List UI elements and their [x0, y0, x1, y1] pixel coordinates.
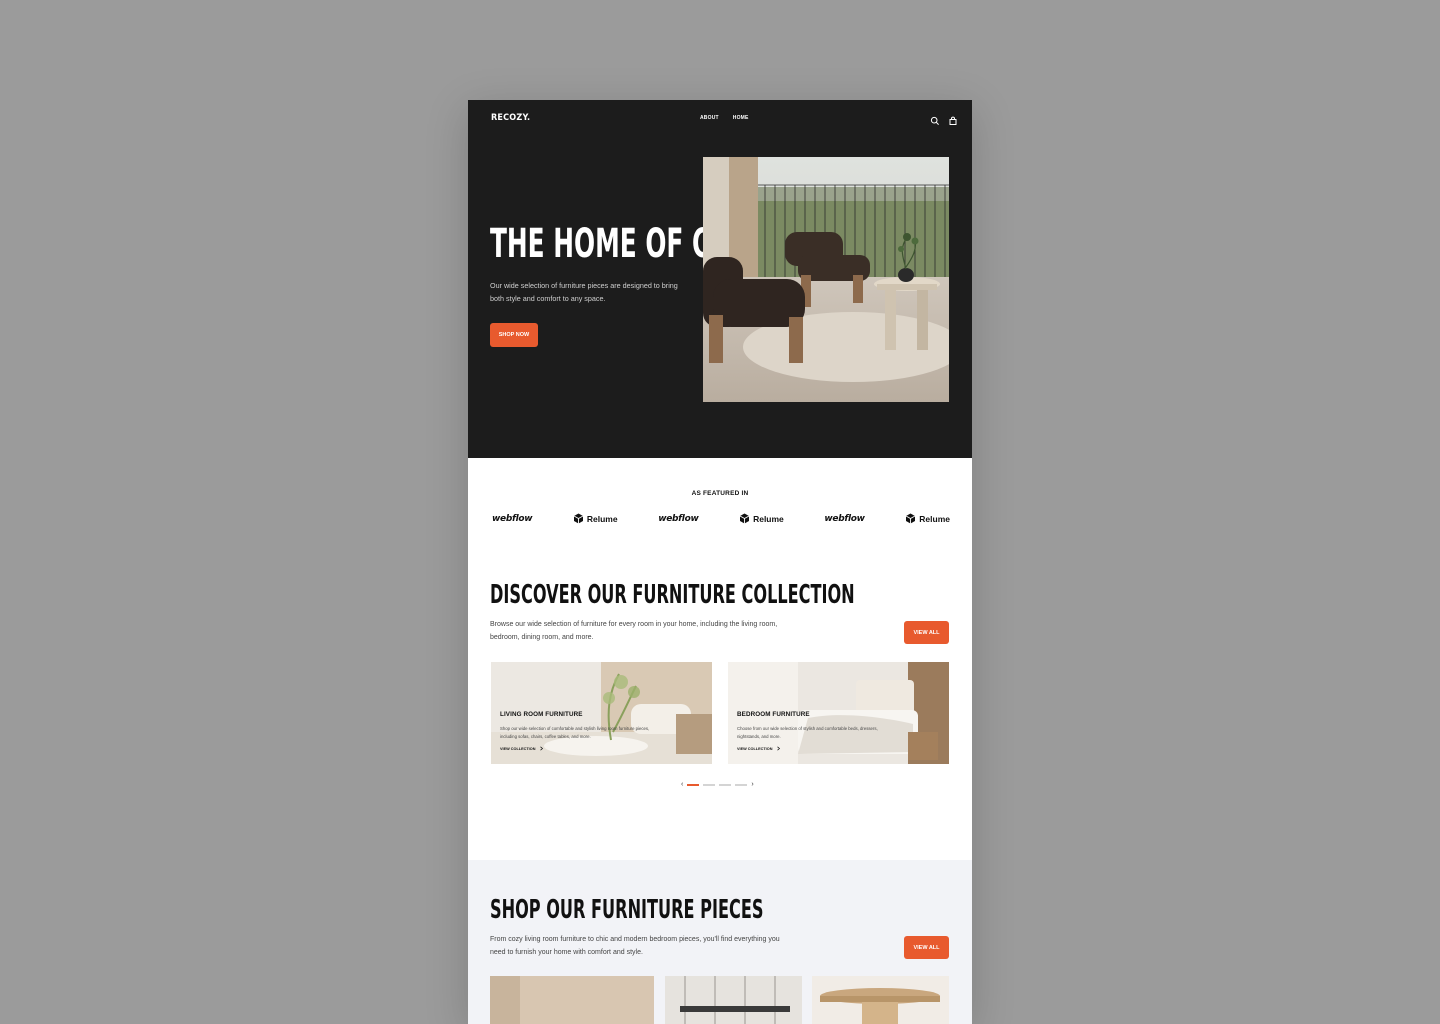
relume-cube-icon [739, 513, 750, 524]
shop-title: SHOP OUR FURNITURE PIECES [490, 895, 764, 925]
pager-dot[interactable] [703, 784, 716, 786]
card-description: Choose from our wide selection of stylis… [737, 726, 878, 739]
featured-label: AS FEATURED IN [691, 490, 749, 497]
shop-description: From cozy living room furniture to chic … [490, 936, 780, 956]
product-image [812, 976, 949, 1024]
pager-dot[interactable] [719, 784, 732, 786]
card-description: Shop our wide selection of comfortable a… [500, 726, 650, 739]
product-card[interactable] [665, 976, 802, 1024]
nav-links: ABOUT HOME [700, 115, 749, 121]
carousel-pager: ‹ › [681, 781, 754, 788]
card-title: LIVING ROOM FURNITURE [500, 711, 583, 718]
logo-relume: Relume [905, 513, 950, 524]
logo-webflow: webflow [492, 513, 533, 524]
pager-dot[interactable] [735, 784, 748, 786]
product-card[interactable] [812, 976, 949, 1024]
relume-cube-icon [906, 513, 916, 524]
view-collection-label: VIEW COLLECTION [500, 747, 536, 751]
product-card[interactable] [490, 976, 654, 1024]
hero-image [703, 157, 949, 402]
collection-card-living-room[interactable]: LIVING ROOM FURNITURE Shop our wide sele… [491, 662, 712, 764]
search-icon[interactable] [930, 113, 940, 125]
logo-relume: Relume [573, 513, 618, 524]
pager-dot[interactable] [687, 784, 700, 786]
chevron-left-icon[interactable]: ‹ [681, 781, 683, 788]
chevron-right-icon [539, 746, 544, 752]
shop-now-button[interactable]: SHOP NOW [490, 323, 538, 347]
landing-page: RECOZY. ABOUT HOME THE HOME OF COZY Our … [468, 100, 972, 1024]
cart-icon[interactable] [948, 113, 958, 125]
hero-section: RECOZY. ABOUT HOME THE HOME OF COZY Our … [468, 100, 972, 458]
collection-card-bedroom[interactable]: BEDROOM FURNITURE Choose from our wide s… [728, 662, 949, 764]
collection-description: Browse our wide selection of furniture f… [490, 621, 778, 641]
logo-relume-text: Relume [753, 513, 784, 524]
product-image [665, 976, 802, 1024]
card-title: BEDROOM FURNITURE [737, 711, 810, 718]
logo-webflow: webflow [824, 513, 865, 524]
shop-view-all-button[interactable]: VIEW ALL [904, 936, 949, 959]
product-image [490, 976, 654, 1024]
relume-cube-icon [573, 513, 584, 524]
logo-relume-text: Relume [586, 513, 618, 524]
view-collection-link[interactable]: VIEW COLLECTION [500, 746, 544, 752]
logo-relume-text: Relume [919, 513, 950, 524]
chevron-right-icon[interactable]: › [751, 781, 753, 788]
nav-icons [930, 113, 958, 125]
featured-logos: webflow Relume webflow Relume webflow Re… [492, 513, 950, 524]
view-collection-label: VIEW COLLECTION [737, 747, 773, 751]
shop-section: SHOP OUR FURNITURE PIECES From cozy livi… [468, 860, 972, 1024]
logo-relume: Relume [739, 513, 784, 524]
collection-view-all-button[interactable]: VIEW ALL [904, 621, 949, 644]
logo-webflow: webflow [658, 513, 699, 524]
collection-title: DISCOVER OUR FURNITURE COLLECTION [490, 580, 855, 610]
brand-logo[interactable]: RECOZY. [491, 113, 530, 123]
view-collection-link[interactable]: VIEW COLLECTION [737, 746, 781, 752]
hero-description: Our wide selection of furniture pieces a… [490, 281, 678, 303]
nav-link-home[interactable]: HOME [733, 115, 749, 121]
chevron-right-icon [776, 746, 781, 752]
nav-link-about[interactable]: ABOUT [700, 115, 719, 121]
